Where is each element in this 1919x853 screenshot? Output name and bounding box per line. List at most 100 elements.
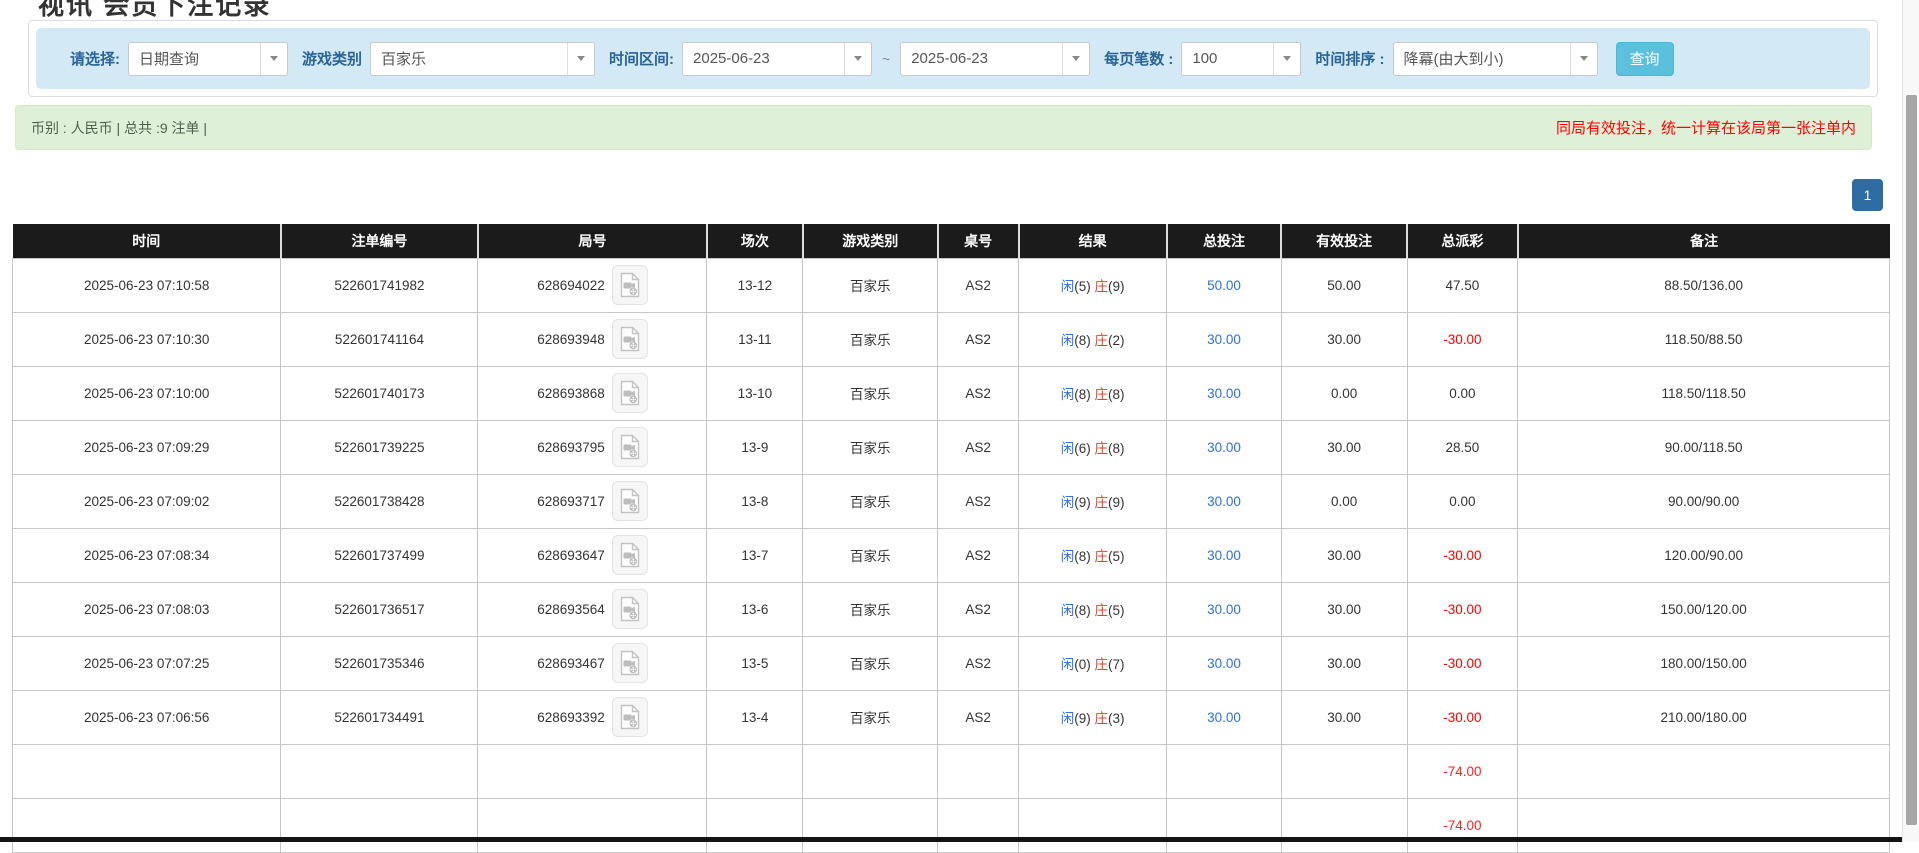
valid-bet-notice: 同局有效投注，统一计算在该局第一张注单内: [1556, 117, 1856, 138]
time-range-label: 时间区间:: [609, 48, 674, 69]
video-record-button[interactable]: [612, 481, 648, 521]
total-bet-link[interactable]: 30.00: [1207, 602, 1241, 617]
cell-result: 闲(8) 庄(2): [1019, 312, 1167, 366]
chevron-down-icon[interactable]: [1570, 43, 1597, 75]
video-file-icon: [619, 434, 641, 460]
banker-label: 庄: [1095, 333, 1109, 348]
total-bet-link[interactable]: 30.00: [1207, 710, 1241, 725]
player-points: (6): [1074, 441, 1094, 456]
chevron-down-icon[interactable]: [1273, 43, 1300, 75]
banker-label: 庄: [1095, 711, 1109, 726]
cell-total-bet[interactable]: 30.00: [1167, 528, 1281, 582]
cell-payout: 28.50: [1407, 420, 1518, 474]
date-to-value: 2025-06-23: [901, 43, 1062, 75]
player-points: (8): [1074, 333, 1094, 348]
video-record-button[interactable]: [612, 589, 648, 629]
cell-game-type: 百家乐: [803, 474, 938, 528]
cell-time: 2025-06-23 07:10:30: [13, 312, 281, 366]
query-button[interactable]: 查询: [1616, 42, 1674, 76]
total-bet-link[interactable]: 30.00: [1207, 656, 1241, 671]
cell-valid-bet: 30.00: [1281, 528, 1407, 582]
chevron-down-icon[interactable]: [567, 43, 594, 75]
cell-bet-id: 522601735346: [281, 636, 478, 690]
cell-total-bet[interactable]: 30.00: [1167, 366, 1281, 420]
sum-payout: -74.00: [1407, 798, 1518, 852]
cell-total-bet[interactable]: 30.00: [1167, 312, 1281, 366]
date-to-select[interactable]: 2025-06-23: [900, 42, 1090, 76]
sum-empty: [707, 744, 803, 798]
cell-valid-bet: 30.00: [1281, 420, 1407, 474]
cell-total-bet[interactable]: 30.00: [1167, 582, 1281, 636]
video-record-button[interactable]: [612, 697, 648, 737]
page-size-value: 100: [1182, 43, 1273, 75]
video-file-icon: [619, 326, 641, 352]
table-row: 2025-06-23 07:10:58522601741982628694022…: [13, 258, 1890, 312]
cell-total-bet[interactable]: 30.00: [1167, 420, 1281, 474]
cell-total-bet[interactable]: 30.00: [1167, 636, 1281, 690]
table-row: 2025-06-23 07:07:25522601735346628693467…: [13, 636, 1890, 690]
cell-game-type: 百家乐: [803, 528, 938, 582]
video-record-button[interactable]: [612, 535, 648, 575]
cell-game-type: 百家乐: [803, 366, 938, 420]
banker-points: (8): [1108, 441, 1125, 456]
player-points: (8): [1074, 387, 1094, 402]
total-bet-link[interactable]: 30.00: [1207, 494, 1241, 509]
total-bet-link[interactable]: 30.00: [1207, 332, 1241, 347]
query-type-select[interactable]: 日期查询: [128, 42, 288, 76]
round-id: 628693717: [537, 494, 605, 509]
date-from-select[interactable]: 2025-06-23: [682, 42, 872, 76]
cell-valid-bet: 30.00: [1281, 636, 1407, 690]
total-bet-link[interactable]: 30.00: [1207, 440, 1241, 455]
vertical-scrollbar[interactable]: [1902, 0, 1919, 842]
query-type-label: 请选择:: [70, 48, 120, 69]
table-row: 2025-06-23 07:09:02522601738428628693717…: [13, 474, 1890, 528]
video-record-button[interactable]: [612, 427, 648, 467]
cell-table-no: AS2: [938, 474, 1019, 528]
sum-total-bet: 290.00: [1167, 744, 1281, 798]
chevron-down-icon[interactable]: [1062, 43, 1089, 75]
cell-bet-id: 522601736517: [281, 582, 478, 636]
scrollbar-thumb[interactable]: [1906, 95, 1917, 825]
cell-result: 闲(9) 庄(9): [1019, 474, 1167, 528]
video-record-button[interactable]: [612, 373, 648, 413]
cell-total-bet[interactable]: 30.00: [1167, 690, 1281, 744]
total-bet-link[interactable]: 30.00: [1207, 548, 1241, 563]
column-header: 总派彩: [1407, 224, 1518, 258]
total-row: 总计9290.00230.00-74.00: [13, 798, 1890, 852]
cell-session: 13-4: [707, 690, 803, 744]
chevron-down-icon[interactable]: [844, 43, 871, 75]
video-file-icon: [619, 596, 641, 622]
round-id: 628693467: [537, 656, 605, 671]
banker-label: 庄: [1095, 657, 1109, 672]
cell-valid-bet: 0.00: [1281, 366, 1407, 420]
cell-session: 13-9: [707, 420, 803, 474]
cell-game-type: 百家乐: [803, 582, 938, 636]
banker-points: (8): [1108, 387, 1125, 402]
summary-bar: 币别 : 人民币 | 总共 :9 注单 | 同局有效投注，统一计算在该局第一张注…: [15, 105, 1872, 150]
cell-game-type: 百家乐: [803, 258, 938, 312]
video-record-button[interactable]: [612, 319, 648, 359]
total-bet-link[interactable]: 30.00: [1207, 386, 1241, 401]
page-1-button[interactable]: 1: [1852, 179, 1883, 211]
currency-total-text: 币别 : 人民币 | 总共 :9 注单 |: [31, 118, 207, 138]
cell-total-bet[interactable]: 50.00: [1167, 258, 1281, 312]
page-size-select[interactable]: 100: [1181, 42, 1301, 76]
cell-result: 闲(6) 庄(8): [1019, 420, 1167, 474]
chevron-down-icon[interactable]: [260, 43, 287, 75]
cell-bet-id: 522601734491: [281, 690, 478, 744]
sum-empty: [1518, 798, 1890, 852]
video-record-button[interactable]: [612, 643, 648, 683]
sum-label: 小计: [13, 744, 281, 798]
game-type-select[interactable]: 百家乐: [370, 42, 595, 76]
total-bet-link[interactable]: 50.00: [1207, 278, 1241, 293]
cell-total-bet[interactable]: 30.00: [1167, 474, 1281, 528]
column-header: 有效投注: [1281, 224, 1407, 258]
cell-time: 2025-06-23 07:08:34: [13, 528, 281, 582]
cell-remark: 210.00/180.00: [1518, 690, 1890, 744]
video-record-button[interactable]: [612, 265, 648, 305]
cell-round: 628693647: [478, 528, 707, 582]
cell-result: 闲(9) 庄(3): [1019, 690, 1167, 744]
time-sort-select[interactable]: 降冪(由大到小): [1393, 42, 1598, 76]
player-points: (9): [1074, 495, 1094, 510]
table-row: 2025-06-23 07:08:34522601737499628693647…: [13, 528, 1890, 582]
